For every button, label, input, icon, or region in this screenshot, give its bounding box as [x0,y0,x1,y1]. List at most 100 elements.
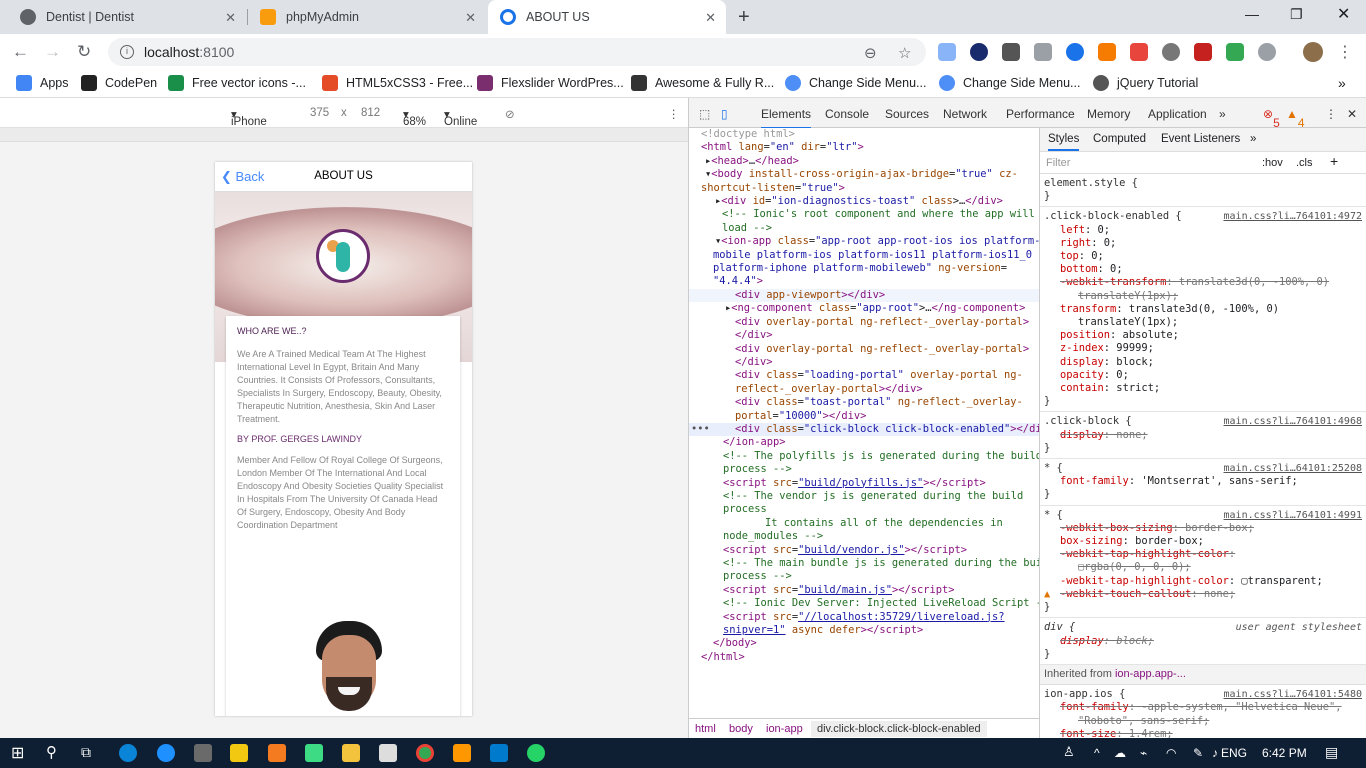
zoom-select[interactable]: 68% ▾ [403,107,426,128]
hov-toggle[interactable]: :hov [1262,157,1283,170]
tab-memory[interactable]: Memory [1087,107,1130,121]
address-bar[interactable]: i localhost:8100 ⊖ ☆ [108,38,926,66]
rule-source-link[interactable]: main.css?li…764101:4991 [1224,509,1362,522]
filter-input[interactable]: Filter [1046,157,1070,170]
whatsapp-icon[interactable] [527,744,545,762]
tree-node[interactable]: <script src="build/polyfills.js"></scrip… [689,477,1039,490]
flash-extension-icon[interactable] [1066,43,1084,61]
android-studio-icon[interactable] [305,744,323,762]
bookmark-html5xcss3[interactable]: HTML5xCSS3 - Free... [322,75,473,91]
download-extension-icon[interactable] [938,43,956,61]
more-bookmarks-icon[interactable]: » [1338,75,1346,91]
tree-node[interactable]: ▾<body install-cross-origin-ajax-bridge=… [689,168,1039,181]
rule-source-link[interactable]: main.css?li…764101:5480 [1224,688,1362,701]
close-icon[interactable]: ✕ [705,10,716,26]
tree-node[interactable]: <!-- The main bundle js is generated dur… [689,557,1039,570]
tree-node[interactable]: <div overlay-portal ng-reflect-_overlay-… [689,343,1039,356]
new-tab-icon[interactable]: + [738,6,750,29]
crumb-ion-app[interactable]: ion-app [766,723,803,735]
tree-node[interactable]: "4.4.4"> [689,275,1039,288]
style-rule-click-block[interactable]: main.css?li…764101:4968 .click-block { d… [1040,412,1366,460]
devtools-menu-icon[interactable]: ⋮ [1325,107,1337,121]
more-tabs-button[interactable]: » [1219,107,1226,121]
forward-arrow-icon[interactable]: → [44,42,61,62]
tab-application[interactable]: Application [1148,107,1207,121]
internet-explorer-icon[interactable] [157,744,175,762]
xampp-icon[interactable] [268,744,286,762]
eyedropper-extension-icon[interactable] [1002,43,1020,61]
tab-sources[interactable]: Sources [885,107,929,121]
reload-icon[interactable]: ↻ [77,42,91,62]
tree-node[interactable]: <!-- Ionic Dev Server: Injected LiveRelo… [689,597,1039,610]
tab-event-listeners[interactable]: Event Listeners [1161,133,1240,146]
device-select[interactable]: iPhone X ▾ [231,107,267,140]
tree-node[interactable]: </ion-app> [689,436,1039,449]
c-extension-icon[interactable] [1130,43,1148,61]
tab-performance[interactable]: Performance [1006,107,1075,121]
tree-node[interactable]: </div> [689,356,1039,369]
tree-node[interactable]: <!-- Ionic's root component and where th… [689,208,1039,221]
tree-node-selected[interactable]: ••• <div class="click-block click-block-e… [689,422,1039,437]
store-icon[interactable] [194,744,212,762]
sticky-notes-icon[interactable] [230,744,248,762]
style-rule-universal-box[interactable]: main.css?li…764101:4991 * { -webkit-box-… [1040,506,1366,619]
tree-node[interactable]: platform-iphone platform-mobileweb" ng-v… [689,262,1039,275]
tree-node[interactable]: load --> [689,222,1039,235]
style-rule-element[interactable]: element.style { } [1040,174,1366,208]
tree-node[interactable]: process --> [689,570,1039,583]
bookmark-jquery-tutorial[interactable]: jQuery Tutorial [1093,75,1198,91]
window-close-icon[interactable]: ✕ [1337,4,1350,24]
tree-node[interactable]: <script src="build/vendor.js"></script> [689,544,1039,557]
back-arrow-icon[interactable]: ← [12,42,29,62]
rule-source-link[interactable]: main.css?li…764101:4972 [1224,210,1362,223]
more-styles-tabs-button[interactable]: » [1250,133,1256,146]
tab-dentist[interactable]: Dentist | Dentist ✕ [8,0,246,34]
bookmark-apps[interactable]: Apps [16,75,69,91]
clock[interactable]: 6:42 PM [1262,746,1307,760]
style-rule-ion-app-ios[interactable]: main.css?li…764101:5480 ion-app.ios { fo… [1040,685,1366,738]
device-toggle-icon[interactable]: ▯ [721,107,728,121]
style-rule-universal-font[interactable]: main.css?li…64101:25208 * { font-family:… [1040,459,1366,506]
warning-count[interactable]: ▲ 4 [1286,107,1305,130]
tree-node[interactable]: process --> [689,463,1039,476]
bookmark-codepen[interactable]: CodePen [81,75,157,91]
maximize-icon[interactable]: ❐ [1290,6,1303,23]
inspect-icon[interactable]: ⬚ [699,107,710,121]
tree-node[interactable]: ▸<div id="ion-diagnostics-toast" class>…… [689,195,1039,208]
tree-node[interactable]: snipver=1" async defer></script> [689,624,1039,637]
network-icon[interactable]: ⌁ [1140,746,1147,760]
close-icon[interactable]: ✕ [225,10,236,26]
tree-node[interactable]: It contains all of the dependencies in [689,517,1039,530]
rule-source-link[interactable]: main.css?li…764101:4968 [1224,415,1362,428]
crumb-html[interactable]: html [695,723,716,735]
crumb-current[interactable]: div.click-block.click-block-enabled [811,721,987,737]
volume-icon[interactable]: ♪ [1212,746,1218,760]
tree-node[interactable]: shortcut-listen="true"> [689,182,1039,195]
info-icon[interactable]: i [120,45,134,59]
onedrive-icon[interactable]: ☁ [1114,746,1126,760]
close-icon[interactable]: ✕ [465,10,476,26]
error-count[interactable]: ⊗ 5 [1263,107,1280,130]
tree-node[interactable]: </div> [689,329,1039,342]
bookmark-star-icon[interactable]: ☆ [898,44,911,62]
tab-console[interactable]: Console [825,107,869,121]
language-indicator[interactable]: ENG [1221,746,1247,760]
windows-start-icon[interactable]: ⊞ [11,743,24,763]
tree-node[interactable]: ▾<ion-app class="app-root app-root-ios i… [689,235,1039,248]
zoom-icon[interactable]: ⊖ [864,44,877,62]
network-throttle-select[interactable]: Online ▾ [444,107,477,128]
tree-node[interactable]: process [689,503,1039,516]
tree-node[interactable]: <div app-viewport></div> [689,288,1039,303]
tree-node[interactable]: mobile platform-ios platform-ios11 platf… [689,249,1039,262]
menu-kebab-icon[interactable]: ⋮ [1337,42,1353,62]
mail-icon[interactable] [379,744,397,762]
tree-node[interactable]: ▸<head>…</head> [689,155,1039,168]
new-rule-icon[interactable]: + [1330,154,1338,168]
pocket-extension-icon[interactable] [1194,43,1212,61]
search-icon[interactable]: ⚲ [46,743,57,761]
device-width-input[interactable]: 375 [310,107,329,119]
globe-extension-icon[interactable] [1162,43,1180,61]
tree-node[interactable]: node_modules --> [689,530,1039,543]
wifi-icon[interactable]: ◠ [1166,746,1176,760]
tab-phpmyadmin[interactable]: phpMyAdmin ✕ [248,0,486,34]
